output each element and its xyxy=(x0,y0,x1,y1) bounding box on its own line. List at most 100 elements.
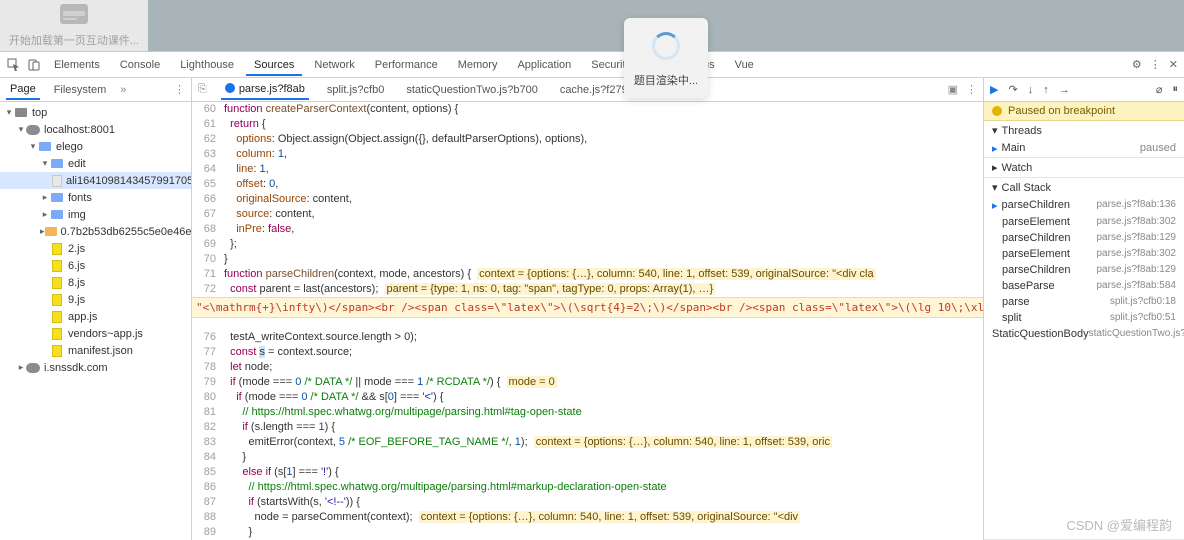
code-line[interactable]: 62 options: Object.assign(Object.assign(… xyxy=(192,132,983,147)
step-icon[interactable]: → xyxy=(1059,84,1070,96)
settings-icon[interactable]: ⚙ xyxy=(1132,58,1142,71)
tab-console[interactable]: Console xyxy=(112,54,168,76)
sidebar-toggle-icon[interactable]: ⎘ xyxy=(198,83,207,96)
tree-edit-file[interactable]: ali16410981434579917052con xyxy=(0,172,191,189)
code-line[interactable]: 68 inPre: false, xyxy=(192,222,983,237)
code-line[interactable]: 86 // https://html.spec.whatwg.org/multi… xyxy=(192,480,983,495)
step-over-icon[interactable]: ↷ xyxy=(1008,83,1017,96)
tree-fonts[interactable]: ▸fonts xyxy=(0,189,191,206)
stack-frame[interactable]: parseChildrenparse.js?f8ab:129 xyxy=(984,230,1184,246)
tree-edit[interactable]: ▾edit xyxy=(0,155,191,172)
code-line[interactable]: 64 line: 1, xyxy=(192,162,983,177)
code-line[interactable]: 69 }; xyxy=(192,237,983,252)
tab-lighthouse[interactable]: Lighthouse xyxy=(172,54,242,76)
tab-sources[interactable]: Sources xyxy=(246,54,302,76)
editor-more-icon[interactable]: ⋮ xyxy=(966,83,977,96)
tree-hash[interactable]: ▸0.7b2b53db6255c5e0e46e.hot-u xyxy=(0,223,191,240)
code-line[interactable]: 88 node = parseComment(context); context… xyxy=(192,510,983,525)
modal-label: 题目渲染中... xyxy=(630,72,702,88)
tree-file[interactable]: manifest.json xyxy=(0,342,191,359)
watermark: CSDN @爱编程韵 xyxy=(1066,515,1172,534)
code-line[interactable]: 72 const parent = last(ancestors); paren… xyxy=(192,282,983,297)
code-line[interactable]: 81 // https://html.spec.whatwg.org/multi… xyxy=(192,405,983,420)
code-line[interactable]: 82 if (s.length === 1) { xyxy=(192,420,983,435)
tree-elego[interactable]: ▾elego xyxy=(0,138,191,155)
tab-performance[interactable]: Performance xyxy=(367,54,446,76)
debugger-toolbar: ▶ ↷ ↓ ↑ → ⌀ ⏸ xyxy=(984,78,1184,102)
tab-elements[interactable]: Elements xyxy=(46,54,108,76)
code-line[interactable]: 65 offset: 0, xyxy=(192,177,983,192)
code-line[interactable]: 66 originalSource: content, xyxy=(192,192,983,207)
tree-host[interactable]: ▾localhost:8001 xyxy=(0,121,191,138)
chevron-down-icon: ▾ xyxy=(992,124,998,137)
file-tab-split[interactable]: split.js?cfb0 xyxy=(323,81,388,99)
resume-icon[interactable]: ▶ xyxy=(990,83,998,96)
loading-modal: 题目渲染中... xyxy=(624,18,708,98)
tree-file[interactable]: app.js xyxy=(0,308,191,325)
stack-frame[interactable]: baseParseparse.js?f8ab:584 xyxy=(984,278,1184,294)
tree-file[interactable]: 2.js xyxy=(0,240,191,257)
tab-network[interactable]: Network xyxy=(306,54,362,76)
deactivate-bp-icon[interactable]: ⌀ xyxy=(1156,83,1163,96)
stack-frame[interactable]: parseChildrenparse.js?f8ab:129 xyxy=(984,262,1184,278)
file-tree[interactable]: ▾top▾localhost:8001▾elego▾editali1641098… xyxy=(0,102,191,540)
code-line[interactable]: 89 } xyxy=(192,525,983,540)
subtab-menu-icon[interactable]: ⋮ xyxy=(174,83,185,96)
step-into-icon[interactable]: ↓ xyxy=(1028,84,1034,96)
code-area[interactable]: 60function createParserContext(content, … xyxy=(192,102,983,540)
stack-frame[interactable]: splitsplit.js?cfb0:51 xyxy=(984,310,1184,326)
thread-state: paused xyxy=(1140,142,1176,155)
watch-label: Watch xyxy=(1002,162,1033,174)
code-line[interactable]: 67 source: content, xyxy=(192,207,983,222)
file-tab-cache[interactable]: cache.js?f279 xyxy=(556,81,632,99)
image-placeholder-icon xyxy=(60,4,88,24)
stack-frame[interactable]: parseElementparse.js?f8ab:302 xyxy=(984,214,1184,230)
code-line[interactable]: 87 if (startsWith(s, '<!--')) { xyxy=(192,495,983,510)
tree-top[interactable]: ▾top xyxy=(0,104,191,121)
close-devtools-icon[interactable]: ✕ xyxy=(1169,58,1178,71)
code-line[interactable]: 77 const s = context.source; xyxy=(192,345,983,360)
file-tabs: ⎘ parse.js?f8ab split.js?cfb0 staticQues… xyxy=(192,78,983,102)
code-line[interactable]: 71function parseChildren(context, mode, … xyxy=(192,267,983,282)
placeholder-text: 开始加载第一页互动课件... xyxy=(9,32,139,48)
code-line[interactable]: 85 else if (s[1] === '!') { xyxy=(192,465,983,480)
pause-exceptions-icon[interactable]: ⏸ xyxy=(1173,83,1179,96)
sources-subtabs: Page Filesystem » ⋮ xyxy=(0,78,191,102)
file-tab-staticq[interactable]: staticQuestionTwo.js?b700 xyxy=(402,81,541,99)
code-editor-pane: ⎘ parse.js?f8ab split.js?cfb0 staticQues… xyxy=(192,78,984,540)
tree-img[interactable]: ▸img xyxy=(0,206,191,223)
tree-host2[interactable]: ▸i.snssdk.com xyxy=(0,359,191,376)
tab-memory[interactable]: Memory xyxy=(450,54,506,76)
code-line[interactable]: 63 column: 1, xyxy=(192,147,983,162)
device-toggle-icon[interactable] xyxy=(26,57,42,73)
code-line[interactable]: 79 if (mode === 0 /* DATA */ || mode ===… xyxy=(192,375,983,390)
code-line[interactable]: 70} xyxy=(192,252,983,267)
stack-frame[interactable]: parseElementparse.js?f8ab:302 xyxy=(984,246,1184,262)
more-icon[interactable]: ⋮ xyxy=(1150,58,1161,71)
tree-file[interactable]: 9.js xyxy=(0,291,191,308)
code-line[interactable]: 78 let node; xyxy=(192,360,983,375)
tree-file[interactable]: 8.js xyxy=(0,274,191,291)
subtab-filesystem[interactable]: Filesystem xyxy=(50,81,111,99)
stack-frame[interactable]: StaticQuestionBodystaticQuestionTwo.js?.… xyxy=(984,326,1184,342)
code-line[interactable]: 60function createParserContext(content, … xyxy=(192,102,983,117)
app-viewport: 开始加载第一页互动课件... 题目渲染中... xyxy=(0,0,1184,51)
tab-vue[interactable]: Vue xyxy=(727,54,762,76)
inspect-icon[interactable] xyxy=(6,57,22,73)
subtab-page[interactable]: Page xyxy=(6,80,40,100)
code-line[interactable]: 83 emitError(context, 5 /* EOF_BEFORE_TA… xyxy=(192,435,983,450)
stack-frame[interactable]: parsesplit.js?cfb0:18 xyxy=(984,294,1184,310)
tree-file[interactable]: 6.js xyxy=(0,257,191,274)
code-line[interactable]: 80 if (mode === 0 /* DATA */ && s[0] ===… xyxy=(192,390,983,405)
tree-file[interactable]: vendors~app.js xyxy=(0,325,191,342)
tab-application[interactable]: Application xyxy=(509,54,579,76)
step-out-icon[interactable]: ↑ xyxy=(1043,84,1049,96)
code-line[interactable]: 84 } xyxy=(192,450,983,465)
subtab-more-icon[interactable]: » xyxy=(120,84,126,96)
editor-prev-icon[interactable]: ▣ xyxy=(948,83,958,96)
code-line[interactable]: 76 testA_writeContext.source.length > 0)… xyxy=(192,330,983,345)
file-tab-parse[interactable]: parse.js?f8ab xyxy=(221,80,309,100)
stack-frame[interactable]: ▸parseChildrenparse.js?f8ab:136 xyxy=(984,197,1184,214)
thread-row[interactable]: ▸ Main paused xyxy=(984,140,1184,157)
code-line[interactable]: 61 return { xyxy=(192,117,983,132)
